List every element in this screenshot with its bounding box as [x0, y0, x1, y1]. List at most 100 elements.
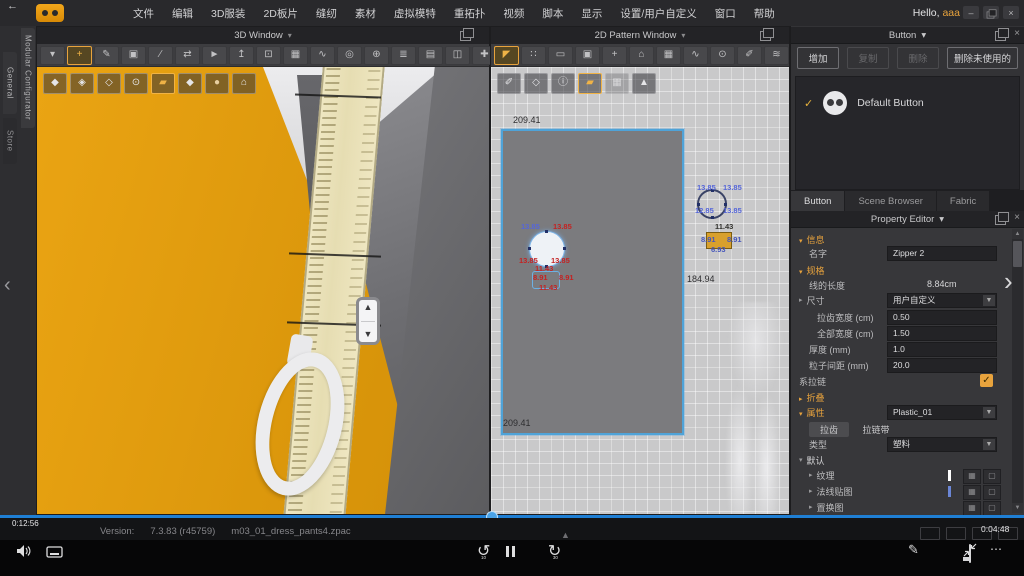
- subtab-tape[interactable]: 拉链带: [852, 422, 901, 437]
- row-arrow-icon[interactable]: ▸: [809, 488, 813, 495]
- 3d-display-toggle[interactable]: ●: [205, 73, 229, 94]
- menu-item[interactable]: 窗口: [706, 6, 745, 21]
- name-input[interactable]: Zipper 2: [887, 246, 997, 261]
- menu-item[interactable]: 素材: [346, 6, 385, 21]
- sidebar-tab-store[interactable]: Store: [3, 118, 17, 164]
- section-arrow-icon[interactable]: ▾: [799, 457, 803, 464]
- section-arrow-icon[interactable]: ▾: [799, 411, 803, 418]
- rewind-10-button[interactable]: ↺10: [477, 543, 490, 560]
- menu-item[interactable]: 重拓扑: [445, 6, 495, 21]
- float-window-icon[interactable]: [760, 31, 771, 41]
- displacement-browse-button[interactable]: ▦: [963, 501, 981, 515]
- close-icon[interactable]: ×: [1014, 212, 1020, 223]
- 3d-tool-button[interactable]: ⇄: [175, 46, 200, 65]
- scroll-thumb[interactable]: [1013, 241, 1022, 267]
- menu-item[interactable]: 编辑: [163, 6, 202, 21]
- size-dropdown[interactable]: 用户自定义▼: [887, 293, 997, 308]
- section-arrow-icon[interactable]: ▾: [799, 269, 803, 276]
- 3d-display-toggle[interactable]: ◈: [70, 73, 94, 94]
- close-button[interactable]: ×: [1003, 6, 1019, 19]
- forward-30-button[interactable]: ↻30: [548, 543, 561, 560]
- chevron-down-icon[interactable]: ▾: [921, 30, 926, 41]
- 3d-tool-button[interactable]: ►: [202, 46, 227, 65]
- fasten-zipper-checkbox[interactable]: ✓: [980, 374, 993, 387]
- menu-item[interactable]: 2D板片: [254, 6, 306, 21]
- total-width-input[interactable]: 1.50: [887, 326, 997, 341]
- 3d-tool-button[interactable]: ∿: [310, 46, 335, 65]
- 3d-tool-button[interactable]: ◫: [445, 46, 470, 65]
- scroll-down-icon[interactable]: ▼: [1012, 503, 1023, 513]
- chevron-down-icon[interactable]: ▾: [939, 214, 944, 225]
- button-list-item[interactable]: ✓ Default Button: [804, 89, 1015, 117]
- 3d-tool-button[interactable]: +: [67, 46, 92, 65]
- action-button[interactable]: 删除未使用的: [947, 47, 1018, 69]
- 2d-tool-button[interactable]: ✐: [737, 46, 762, 65]
- menu-item[interactable]: 显示: [572, 6, 611, 21]
- menu-item[interactable]: 脚本: [533, 6, 572, 21]
- texture-browse-button[interactable]: ▦: [963, 469, 981, 484]
- action-button[interactable]: 增加: [797, 47, 839, 69]
- normal-browse-button[interactable]: ▦: [963, 485, 981, 500]
- type-dropdown[interactable]: 塑料▼: [887, 437, 997, 452]
- 2d-tool-button[interactable]: ⊙: [710, 46, 735, 65]
- 3d-display-toggle[interactable]: ▰: [151, 73, 175, 94]
- subtab-teeth[interactable]: 拉齿: [809, 422, 849, 437]
- 2d-display-toggle[interactable]: ▦: [605, 73, 629, 94]
- back-arrow-icon[interactable]: ←: [7, 0, 18, 12]
- 3d-tool-button[interactable]: ▤: [418, 46, 443, 65]
- 3d-tool-button[interactable]: ⊕: [364, 46, 389, 65]
- displacement-clear-button[interactable]: ▢: [983, 501, 1001, 515]
- 3d-display-toggle[interactable]: ◆: [178, 73, 202, 94]
- row-arrow-icon[interactable]: ▸: [809, 472, 813, 479]
- action-button[interactable]: 复制: [847, 47, 889, 69]
- 3d-display-toggle[interactable]: ⌂: [232, 73, 256, 94]
- particle-distance-input[interactable]: 20.0: [887, 358, 997, 373]
- 3d-tool-button[interactable]: ✎: [94, 46, 119, 65]
- username[interactable]: aaa: [942, 7, 960, 19]
- 2d-canvas[interactable]: 209.41 209.41 184.94 13.8513.8513.8513.8…: [491, 67, 789, 514]
- float-window-icon[interactable]: [460, 31, 471, 41]
- zipper-down-button[interactable]: ▼: [364, 330, 373, 339]
- 3d-tool-button[interactable]: ▦: [283, 46, 308, 65]
- clo-logo[interactable]: [36, 4, 64, 22]
- 3d-tool-button[interactable]: ▾: [40, 46, 65, 65]
- 2d-display-toggle[interactable]: ⓘ: [551, 73, 575, 94]
- menu-item[interactable]: 虚拟模特: [385, 6, 445, 21]
- float-window-icon[interactable]: [995, 31, 1006, 41]
- menu-item[interactable]: 视频: [494, 6, 533, 21]
- sidebar-tab-modular-configurator[interactable]: Modular Configurator: [21, 28, 35, 128]
- zipper-up-button[interactable]: ▲: [364, 303, 373, 312]
- 2d-tool-button[interactable]: +: [602, 46, 627, 65]
- 2d-tool-button[interactable]: ▭: [548, 46, 573, 65]
- 2d-tool-button[interactable]: ▦: [656, 46, 681, 65]
- 2d-tool-button[interactable]: ▣: [575, 46, 600, 65]
- sidebar-tab-general[interactable]: General: [3, 52, 17, 114]
- more-options-icon[interactable]: ⋯: [990, 542, 1002, 556]
- chevron-down-icon[interactable]: ▾: [681, 31, 685, 40]
- 2d-tool-button[interactable]: ⌂: [629, 46, 654, 65]
- exit-fullscreen-icon[interactable]: [963, 543, 977, 562]
- 3d-tool-button[interactable]: ≣: [391, 46, 416, 65]
- 3d-viewport[interactable]: ▲ ▼ ◆◈◇⊙▰◆●⌂: [37, 67, 489, 514]
- 3d-display-toggle[interactable]: ◇: [97, 73, 121, 94]
- 2d-display-toggle[interactable]: ▲: [632, 73, 656, 94]
- 2d-display-toggle[interactable]: ◇: [524, 73, 548, 94]
- 2d-tool-button[interactable]: ◤: [494, 46, 519, 65]
- normal-clear-button[interactable]: ▢: [983, 485, 1001, 500]
- section-arrow-icon[interactable]: ▸: [799, 396, 803, 403]
- 3d-display-toggle[interactable]: ⊙: [124, 73, 148, 94]
- 3d-tool-button[interactable]: ↥: [229, 46, 254, 65]
- chevron-down-icon[interactable]: ▾: [288, 31, 292, 40]
- 2d-display-toggle[interactable]: ▰: [578, 73, 602, 94]
- expand-controls-icon[interactable]: ▲: [561, 530, 570, 540]
- teeth-width-input[interactable]: 0.50: [887, 310, 997, 325]
- 2d-tool-button[interactable]: ≋: [764, 46, 789, 65]
- row-arrow-icon[interactable]: ▸: [809, 504, 813, 511]
- scrollbar[interactable]: ▲ ▼: [1012, 229, 1023, 513]
- minimize-button[interactable]: –: [963, 6, 979, 19]
- 3d-tool-button[interactable]: ◎: [337, 46, 362, 65]
- 2d-tool-button[interactable]: ∷: [521, 46, 546, 65]
- 3d-display-toggle[interactable]: ◆: [43, 73, 67, 94]
- 2d-display-toggle[interactable]: ✐: [497, 73, 521, 94]
- display-capture-icon[interactable]: [46, 545, 63, 563]
